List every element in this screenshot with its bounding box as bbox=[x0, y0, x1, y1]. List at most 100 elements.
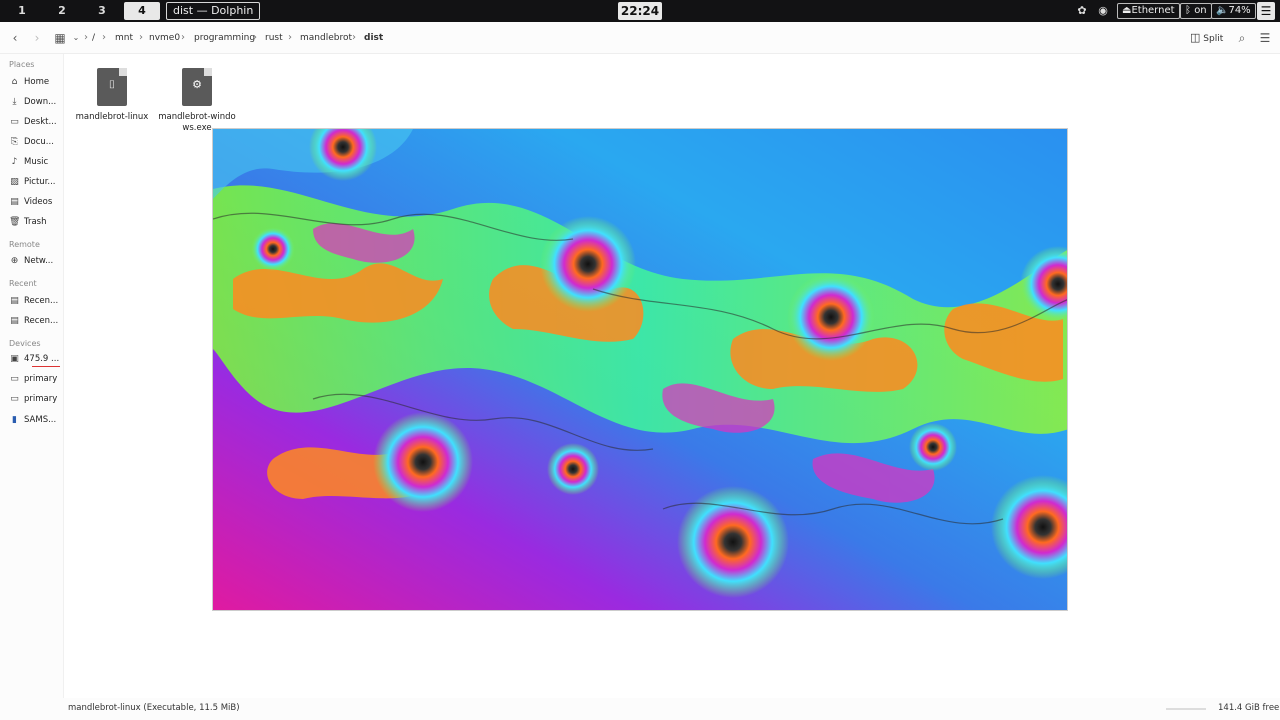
breadcrumb-programming[interactable]: programming bbox=[194, 33, 255, 43]
network-icon: ⊕ bbox=[10, 256, 19, 266]
drive-icon: ▭ bbox=[10, 374, 19, 384]
places-panel: Places ⌂ Home ⤓ Down... ▭ Deskt... ⎘ Docu...… bbox=[0, 54, 64, 716]
breadcrumb-rust[interactable]: rust bbox=[265, 33, 283, 43]
sidebar-item-label: Netw... bbox=[24, 256, 54, 266]
sidebar-item-home[interactable]: ⌂ Home bbox=[8, 75, 62, 91]
devices-section-title: Devices bbox=[9, 339, 41, 348]
volume-label: 74% bbox=[1228, 5, 1251, 16]
hamburger-menu-icon[interactable]: ☰ bbox=[1257, 2, 1275, 20]
ethernet-label: Ethernet bbox=[1131, 5, 1175, 16]
bluetooth-icon: ᛒ bbox=[1185, 5, 1191, 16]
free-space-text: 141.4 GiB free bbox=[1218, 703, 1280, 713]
usb-drive-icon: ▮ bbox=[12, 415, 17, 425]
executable-icon: ⌷ bbox=[97, 68, 127, 106]
workspace-1-button[interactable]: 1 bbox=[4, 2, 40, 20]
breadcrumb-mnt[interactable]: mnt bbox=[115, 33, 133, 43]
file-item[interactable]: ⌷ mandlebrot-linux bbox=[72, 68, 152, 123]
sidebar-item-label: Pictur... bbox=[24, 177, 56, 187]
sidebar-item-label: 475.9 ... bbox=[24, 354, 60, 364]
chevron-right-icon: › bbox=[253, 32, 257, 43]
download-icon: ⤓ bbox=[12, 97, 17, 107]
chevron-right-icon: › bbox=[181, 32, 185, 43]
sidebar-item-label: SAMS... bbox=[24, 415, 57, 425]
places-section-title: Places bbox=[9, 60, 35, 69]
bluetooth-label: on bbox=[1194, 5, 1207, 16]
back-arrow-icon[interactable]: ‹ bbox=[7, 30, 23, 46]
clock[interactable]: 22:24 bbox=[618, 2, 662, 20]
bluetooth-status[interactable]: ᛒ on bbox=[1180, 3, 1212, 19]
menu-icon[interactable]: ☰ bbox=[1257, 30, 1273, 46]
split-label: Split bbox=[1203, 34, 1224, 44]
sidebar-item-label: Deskt... bbox=[24, 117, 57, 127]
sidebar-item-label: primary bbox=[24, 374, 58, 384]
sidebar-item-label: primary bbox=[24, 394, 58, 404]
toolbar: ‹ › ▦ ⌄ › / › mnt › nvme0 › programming … bbox=[0, 22, 1280, 54]
sidebar-item-pictures[interactable]: ▨ Pictur... bbox=[8, 175, 62, 191]
chevron-right-icon: › bbox=[102, 32, 106, 43]
sidebar-item-desktop[interactable]: ▭ Deskt... bbox=[8, 115, 62, 131]
chevron-right-icon: › bbox=[352, 32, 356, 43]
workspace-2-button[interactable]: 2 bbox=[44, 2, 80, 20]
sidebar-item-device-4[interactable]: ▮ SAMS... bbox=[8, 413, 62, 429]
fractal-viewer-window[interactable] bbox=[212, 128, 1068, 611]
breadcrumb-dist[interactable]: dist bbox=[364, 33, 383, 43]
video-icon: ▤ bbox=[10, 197, 19, 207]
recent-files-icon: ▤ bbox=[10, 296, 19, 306]
breadcrumb-mandlebrot[interactable]: mandlebrot bbox=[300, 33, 352, 43]
sidebar-item-label: Recen... bbox=[24, 316, 59, 326]
chevron-right-icon: › bbox=[288, 32, 292, 43]
view-mode-icon[interactable]: ▦ bbox=[52, 30, 68, 46]
sidebar-item-documents[interactable]: ⎘ Docu... bbox=[8, 135, 62, 151]
sidebar-item-label: Down... bbox=[24, 97, 57, 107]
file-name: mandlebrot-linux bbox=[75, 112, 149, 122]
trash-icon: 🗑 bbox=[9, 217, 21, 227]
document-icon: ⎘ bbox=[10, 137, 19, 147]
sidebar-item-label: Music bbox=[24, 157, 49, 167]
sidebar-item-device-3[interactable]: ▭ primary bbox=[8, 392, 62, 408]
sidebar-item-label: Videos bbox=[24, 197, 53, 207]
sidebar-item-label: Home bbox=[24, 77, 50, 87]
forward-arrow-icon[interactable]: › bbox=[29, 30, 45, 46]
split-button[interactable]: ◫ Split bbox=[1190, 31, 1223, 44]
sidebar-item-videos[interactable]: ▤ Videos bbox=[8, 195, 62, 211]
sidebar-item-network[interactable]: ⊕ Netw... bbox=[8, 254, 62, 270]
search-icon[interactable]: ⌕ bbox=[1234, 30, 1250, 46]
sidebar-item-recent-files[interactable]: ▤ Recen... bbox=[8, 294, 62, 310]
volume-status[interactable]: 🔈74% bbox=[1211, 3, 1256, 19]
drive-icon: ▣ bbox=[10, 354, 19, 364]
sidebar-item-label: Trash bbox=[24, 217, 47, 227]
file-item[interactable]: ⚙ mandlebrot-windows.exe bbox=[157, 68, 237, 134]
breadcrumb-nvme0[interactable]: nvme0 bbox=[149, 33, 180, 43]
top-panel: 1 2 3 4 dist — Dolphin 22:24 ✿ ◉ ⏏Ethern… bbox=[0, 0, 1280, 22]
split-view-icon: ◫ bbox=[1190, 31, 1201, 44]
windows-exe-icon: ⚙ bbox=[182, 68, 212, 106]
sidebar-item-label: Docu... bbox=[24, 137, 54, 147]
sidebar-item-music[interactable]: ♪ Music bbox=[8, 155, 62, 171]
drive-icon: ▭ bbox=[10, 394, 19, 404]
chevron-right-icon: › bbox=[139, 32, 143, 43]
steam-tray-icon[interactable]: ◉ bbox=[1095, 3, 1111, 19]
settings-tray-icon[interactable]: ✿ bbox=[1074, 3, 1090, 19]
sidebar-item-recent-locations[interactable]: ▤ Recen... bbox=[8, 314, 62, 330]
workspace-3-button[interactable]: 3 bbox=[84, 2, 120, 20]
chevron-down-icon[interactable]: ⌄ bbox=[68, 30, 84, 46]
free-space-bar bbox=[1166, 708, 1206, 710]
sidebar-item-downloads[interactable]: ⤓ Down... bbox=[8, 95, 62, 111]
sidebar-item-device-1[interactable]: ▣ 475.9 ... bbox=[8, 352, 62, 368]
ethernet-status[interactable]: ⏏Ethernet bbox=[1117, 3, 1180, 19]
breadcrumb-root[interactable]: / bbox=[92, 33, 95, 43]
sidebar-item-trash[interactable]: 🗑 Trash bbox=[8, 215, 62, 231]
picture-icon: ▨ bbox=[10, 177, 19, 187]
workspace-4-button[interactable]: 4 bbox=[124, 2, 160, 20]
home-icon: ⌂ bbox=[11, 77, 18, 87]
window-title[interactable]: dist — Dolphin bbox=[166, 2, 261, 20]
status-text: mandlebrot-linux (Executable, 11.5 MiB) bbox=[68, 703, 240, 713]
remote-section-title: Remote bbox=[9, 240, 40, 249]
capacity-bar bbox=[32, 366, 60, 367]
speaker-icon: 🔈 bbox=[1216, 5, 1229, 16]
recent-locations-icon: ▤ bbox=[10, 316, 19, 326]
sidebar-item-device-2[interactable]: ▭ primary bbox=[8, 372, 62, 388]
mandelbrot-render bbox=[213, 129, 1067, 610]
recent-section-title: Recent bbox=[9, 279, 37, 288]
chevron-right-icon: › bbox=[84, 32, 88, 43]
